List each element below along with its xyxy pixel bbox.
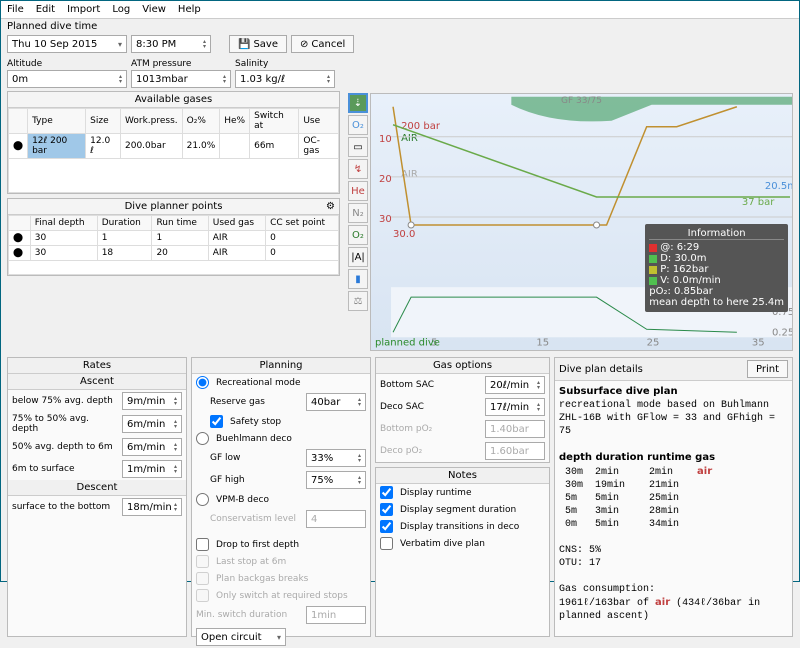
info-tooltip: Information @: 6:29 D: 30.0m P: 162bar V… — [645, 224, 788, 312]
svg-text:planned dive: planned dive — [375, 337, 440, 348]
svg-text:37 bar: 37 bar — [742, 197, 775, 208]
tool-profile[interactable]: ⇣ — [348, 93, 368, 113]
rate-6-surface[interactable]: 1m/min▴▾ — [122, 460, 182, 478]
check-backgas — [196, 572, 209, 585]
menu-log[interactable]: Log — [112, 4, 130, 15]
profile-toolbar: ⇣ O₂ ▭ ↯ He N₂ O₂ |A| ▮ ⚖ — [346, 91, 370, 353]
tool-phe[interactable]: ↯ — [348, 159, 368, 179]
svg-text:AIR: AIR — [401, 133, 418, 144]
bottom-po2-field: 1.40bar — [485, 420, 545, 438]
svg-text:30.0: 30.0 — [393, 229, 415, 240]
cylinder-icon: ⬤ — [9, 134, 28, 159]
gf-label: GF 33/75 — [561, 96, 602, 106]
salinity-label: Salinity — [235, 59, 335, 69]
check-only-switch — [196, 589, 209, 602]
altitude-field[interactable]: 0m▴▾ — [7, 70, 127, 88]
tool-scale[interactable]: ⚖ — [348, 291, 368, 311]
svg-text:20.5m: 20.5m — [765, 181, 792, 192]
check-disp-segment[interactable] — [380, 503, 393, 516]
reserve-gas-field[interactable]: 40bar▴▾ — [306, 393, 366, 411]
planner-points-title: Dive planner points⚙ — [8, 199, 339, 215]
radio-buehlmann[interactable] — [196, 432, 209, 445]
conservatism-field: 4 — [306, 510, 366, 528]
print-button[interactable]: Print — [747, 360, 788, 378]
dive-plan-details: Dive plan detailsPrint Subsurface dive p… — [554, 357, 793, 637]
cancel-button[interactable]: ⊘Cancel — [291, 35, 354, 53]
save-icon: 💾 — [238, 39, 250, 50]
check-drop-first[interactable] — [196, 538, 209, 551]
tool-po2[interactable]: O₂ — [348, 115, 368, 135]
plan-text: Subsurface dive plan recreational mode b… — [555, 381, 792, 627]
tool-tank[interactable]: ▮ — [348, 269, 368, 289]
atm-label: ATM pressure — [131, 59, 231, 69]
gf-low-field[interactable]: 33%▴▾ — [306, 449, 366, 467]
bottom-sac-field[interactable]: 20ℓ/min▴▾ — [485, 376, 545, 394]
table-row[interactable]: ⬤3011AIR0 — [9, 231, 339, 246]
rates-group: Rates Ascent below 75% avg. depth9m/min▴… — [7, 357, 187, 637]
rate-50-6[interactable]: 6m/min▴▾ — [122, 438, 182, 456]
svg-text:20: 20 — [379, 174, 392, 185]
radio-vpmb[interactable] — [196, 493, 209, 506]
svg-text:30: 30 — [379, 214, 392, 225]
menu-help[interactable]: Help — [178, 4, 201, 15]
cylinder-icon: ⬤ — [9, 246, 31, 261]
menu-file[interactable]: File — [7, 4, 24, 15]
gf-high-field[interactable]: 75%▴▾ — [306, 471, 366, 489]
svg-text:15: 15 — [536, 337, 549, 348]
tool-n2[interactable]: N₂ — [348, 203, 368, 223]
rate-75-50[interactable]: 6m/min▴▾ — [122, 415, 182, 433]
deco-sac-field[interactable]: 17ℓ/min▴▾ — [485, 398, 545, 416]
save-button[interactable]: 💾Save — [229, 35, 287, 53]
cancel-icon: ⊘ — [300, 39, 308, 50]
time-spinner[interactable]: 8:30 PM▴▾ — [131, 35, 211, 53]
rate-below75[interactable]: 9m/min▴▾ — [122, 392, 182, 410]
planner-points-panel: Dive planner points⚙ Final depthDuration… — [7, 198, 340, 276]
tool-he[interactable]: He — [348, 181, 368, 201]
planner-table[interactable]: Final depthDurationRun timeUsed gasCC se… — [8, 215, 339, 275]
menu-edit[interactable]: Edit — [36, 4, 55, 15]
chevron-down-icon: ▾ — [118, 40, 122, 49]
tool-o2[interactable]: O₂ — [348, 225, 368, 245]
altitude-label: Altitude — [7, 59, 127, 69]
radio-recreational[interactable] — [196, 376, 209, 389]
menubar: File Edit Import Log View Help — [1, 1, 799, 19]
planning-group: Planning Recreational mode Reserve gas40… — [191, 357, 371, 637]
rate-descent[interactable]: 18m/min▴▾ — [122, 498, 182, 516]
salinity-field[interactable]: 1.03 kg/ℓ▴▾ — [235, 70, 335, 88]
cylinder-icon: ⬤ — [9, 231, 31, 246]
available-gases-title: Available gases — [8, 92, 339, 108]
check-disp-runtime[interactable] — [380, 486, 393, 499]
dive-profile-chart[interactable]: GF 33/75 10 20 30 200 bar AIR AIR 20.5m … — [370, 93, 793, 351]
check-safety-stop[interactable] — [210, 415, 223, 428]
deco-po2-field: 1.60bar — [485, 442, 545, 460]
svg-text:25: 25 — [647, 337, 660, 348]
check-verbatim[interactable] — [380, 537, 393, 550]
gas-options-group: Gas options Bottom SAC20ℓ/min▴▾ Deco SAC… — [375, 357, 550, 463]
menu-import[interactable]: Import — [67, 4, 100, 15]
table-row[interactable]: ⬤12ℓ 200 bar12.0 ℓ200.0bar21.0%66mOC-gas — [9, 134, 339, 159]
min-switch-field: 1min — [306, 606, 366, 624]
svg-text:35: 35 — [752, 337, 765, 348]
menu-view[interactable]: View — [142, 4, 166, 15]
check-disp-trans — [380, 520, 393, 533]
date-combo[interactable]: Thu 10 Sep 2015▾ — [7, 35, 127, 53]
check-last-6m — [196, 555, 209, 568]
available-gases-panel: Available gases TypeSizeWork.press.O₂%He… — [7, 91, 340, 194]
notes-group: Notes Display runtime Display segment du… — [375, 467, 550, 637]
gases-table[interactable]: TypeSizeWork.press.O₂%He%Switch atUse ⬤1… — [8, 108, 339, 193]
svg-text:10: 10 — [379, 134, 392, 145]
table-row[interactable]: ⬤301820AIR0 — [9, 246, 339, 261]
svg-text:0.25: 0.25 — [772, 327, 792, 338]
tool-pn2[interactable]: ▭ — [348, 137, 368, 157]
atm-field[interactable]: 1013mbar▴▾ — [131, 70, 231, 88]
tool-ruler[interactable]: |A| — [348, 247, 368, 267]
circuit-combo[interactable]: Open circuit▾ — [196, 628, 286, 646]
planned-dive-time-label: Planned dive time — [7, 21, 97, 32]
gear-icon[interactable]: ⚙ — [326, 201, 335, 212]
